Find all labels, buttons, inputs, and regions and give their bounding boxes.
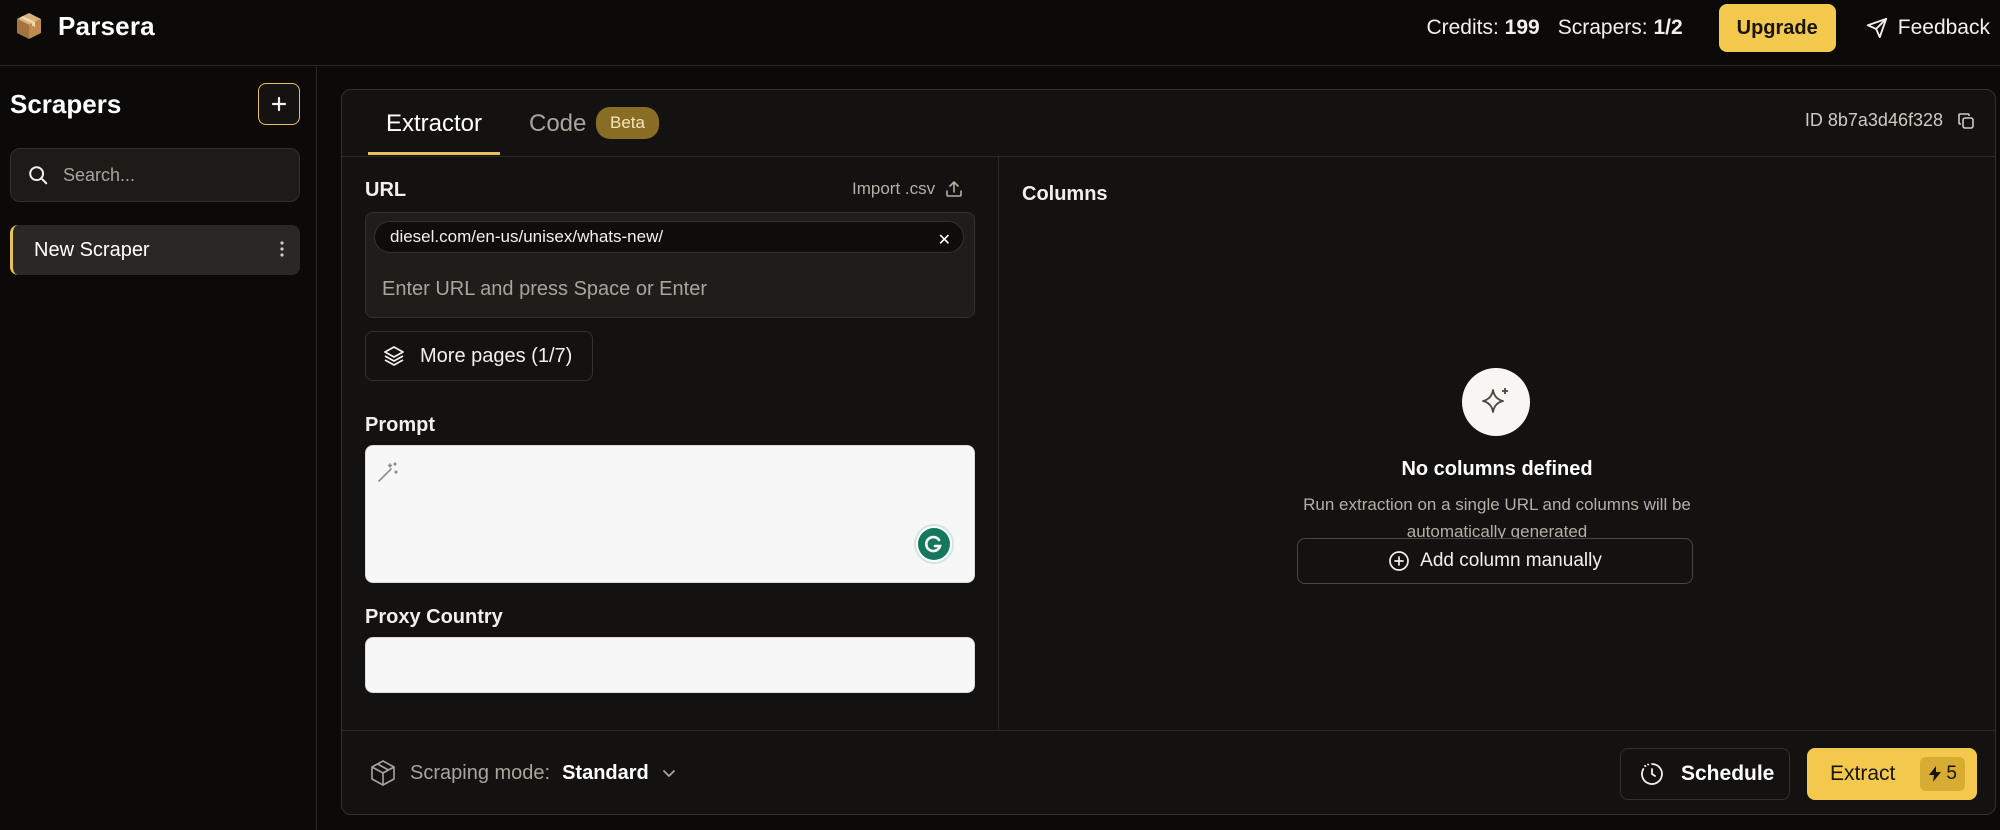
scraping-mode-label: Scraping mode: (410, 761, 551, 784)
sidebar-title: Scrapers (10, 89, 122, 119)
scrapers-value: 1/2 (1653, 16, 1683, 39)
prompt-textarea[interactable] (365, 445, 975, 583)
credits-stat: Credits: 199 (1426, 16, 1539, 40)
tab-bar: Extractor Code Beta ID 8b7a3d46f328 (342, 90, 1995, 157)
more-pages-label: More pages (1/7) (420, 344, 573, 367)
plus-icon (271, 96, 287, 112)
credit-cost-value: 5 (1946, 763, 1957, 784)
sidebar-item-label: New Scraper (34, 238, 150, 261)
copy-icon[interactable] (1957, 112, 1975, 130)
app-name: Parsera (58, 10, 155, 41)
url-chip-text: diesel.com/en-us/unisex/whats-new/ (390, 227, 664, 246)
prompt-label: Prompt (365, 414, 435, 436)
package-icon (368, 758, 398, 788)
url-input-placeholder: Enter URL and press Space or Enter (382, 278, 707, 300)
more-pages-button[interactable]: More pages (1/7) (365, 331, 593, 381)
close-icon[interactable]: ✕ (938, 230, 951, 250)
schedule-label: Schedule (1681, 762, 1775, 785)
more-vertical-icon[interactable] (280, 241, 284, 257)
feedback-button[interactable]: Feedback (1866, 16, 1990, 40)
credits-label: Credits: (1426, 16, 1499, 39)
scraper-id: ID 8b7a3d46f328 (1805, 110, 1975, 131)
scraping-mode-select[interactable]: Scraping mode: Standard (368, 758, 677, 788)
scrapers-label: Scrapers: (1557, 16, 1648, 39)
action-bar: Scraping mode: Standard Schedule Extract… (342, 730, 1995, 814)
tab-code[interactable]: Code (529, 110, 586, 138)
tab-extractor[interactable]: Extractor (386, 110, 482, 138)
proxy-country-input[interactable] (365, 637, 975, 693)
extractor-form: URL Import .csv diesel.com/en-us/unisex/… (342, 157, 999, 730)
proxy-country-label: Proxy Country (365, 606, 503, 628)
sidebar: Scrapers Search... New Scraper (0, 67, 317, 830)
magic-wand-icon (376, 460, 400, 484)
upload-icon (945, 180, 963, 198)
plus-circle-icon (1388, 550, 1410, 572)
add-column-label: Add column manually (1420, 550, 1602, 571)
chevron-down-icon (661, 765, 677, 781)
lightning-icon (1928, 765, 1942, 783)
upgrade-button[interactable]: Upgrade (1718, 4, 1836, 52)
columns-panel: Columns No columns defined Run extractio… (999, 157, 1995, 730)
empty-state-title: No columns defined (1401, 458, 1593, 480)
send-icon (1866, 17, 1888, 39)
import-csv-label: Import .csv (852, 179, 936, 198)
grammarly-badge (918, 528, 950, 560)
extract-label: Extract (1830, 762, 1896, 785)
import-csv-button[interactable]: Import .csv (852, 179, 963, 199)
layers-icon (382, 344, 406, 368)
clock-icon (1639, 761, 1665, 787)
empty-state-description: Run extraction on a single URL and colum… (1303, 495, 1691, 541)
sparkles-icon (1462, 368, 1530, 436)
search-placeholder: Search... (63, 164, 136, 185)
url-chip: diesel.com/en-us/unisex/whats-new/ ✕ (374, 221, 964, 253)
extract-button[interactable]: Extract 5 (1807, 748, 1977, 800)
top-right-controls: Credits: 199 Scrapers: 1/2 Upgrade Feedb… (1426, 4, 1990, 52)
active-tab-indicator (368, 152, 500, 155)
sidebar-item-new-scraper[interactable]: New Scraper (10, 225, 300, 275)
url-input-box[interactable]: diesel.com/en-us/unisex/whats-new/ ✕ Ent… (365, 212, 975, 318)
credit-cost-badge: 5 (1920, 757, 1965, 791)
credits-value: 199 (1504, 16, 1540, 39)
add-scraper-button[interactable] (258, 83, 300, 125)
search-icon (27, 164, 49, 186)
scraper-id-text: ID 8b7a3d46f328 (1804, 110, 1943, 130)
feedback-label: Feedback (1897, 16, 1990, 39)
top-bar: Parsera Credits: 199 Scrapers: 1/2 Upgra… (0, 0, 2000, 66)
scraping-mode-value: Standard (562, 761, 649, 784)
search-input[interactable]: Search... (10, 148, 300, 202)
scrapers-stat: Scrapers: 1/2 (1558, 16, 1683, 40)
grammarly-icon[interactable] (914, 524, 954, 564)
beta-badge: Beta (596, 107, 659, 139)
box-logo-icon (14, 11, 44, 41)
add-column-button[interactable]: Add column manually (1297, 538, 1693, 584)
scraper-panel: Extractor Code Beta ID 8b7a3d46f328 URL … (341, 89, 1996, 815)
brand[interactable]: Parsera (14, 10, 155, 42)
schedule-button[interactable]: Schedule (1620, 748, 1790, 800)
url-label: URL (365, 179, 407, 201)
columns-title: Columns (1022, 183, 1108, 205)
